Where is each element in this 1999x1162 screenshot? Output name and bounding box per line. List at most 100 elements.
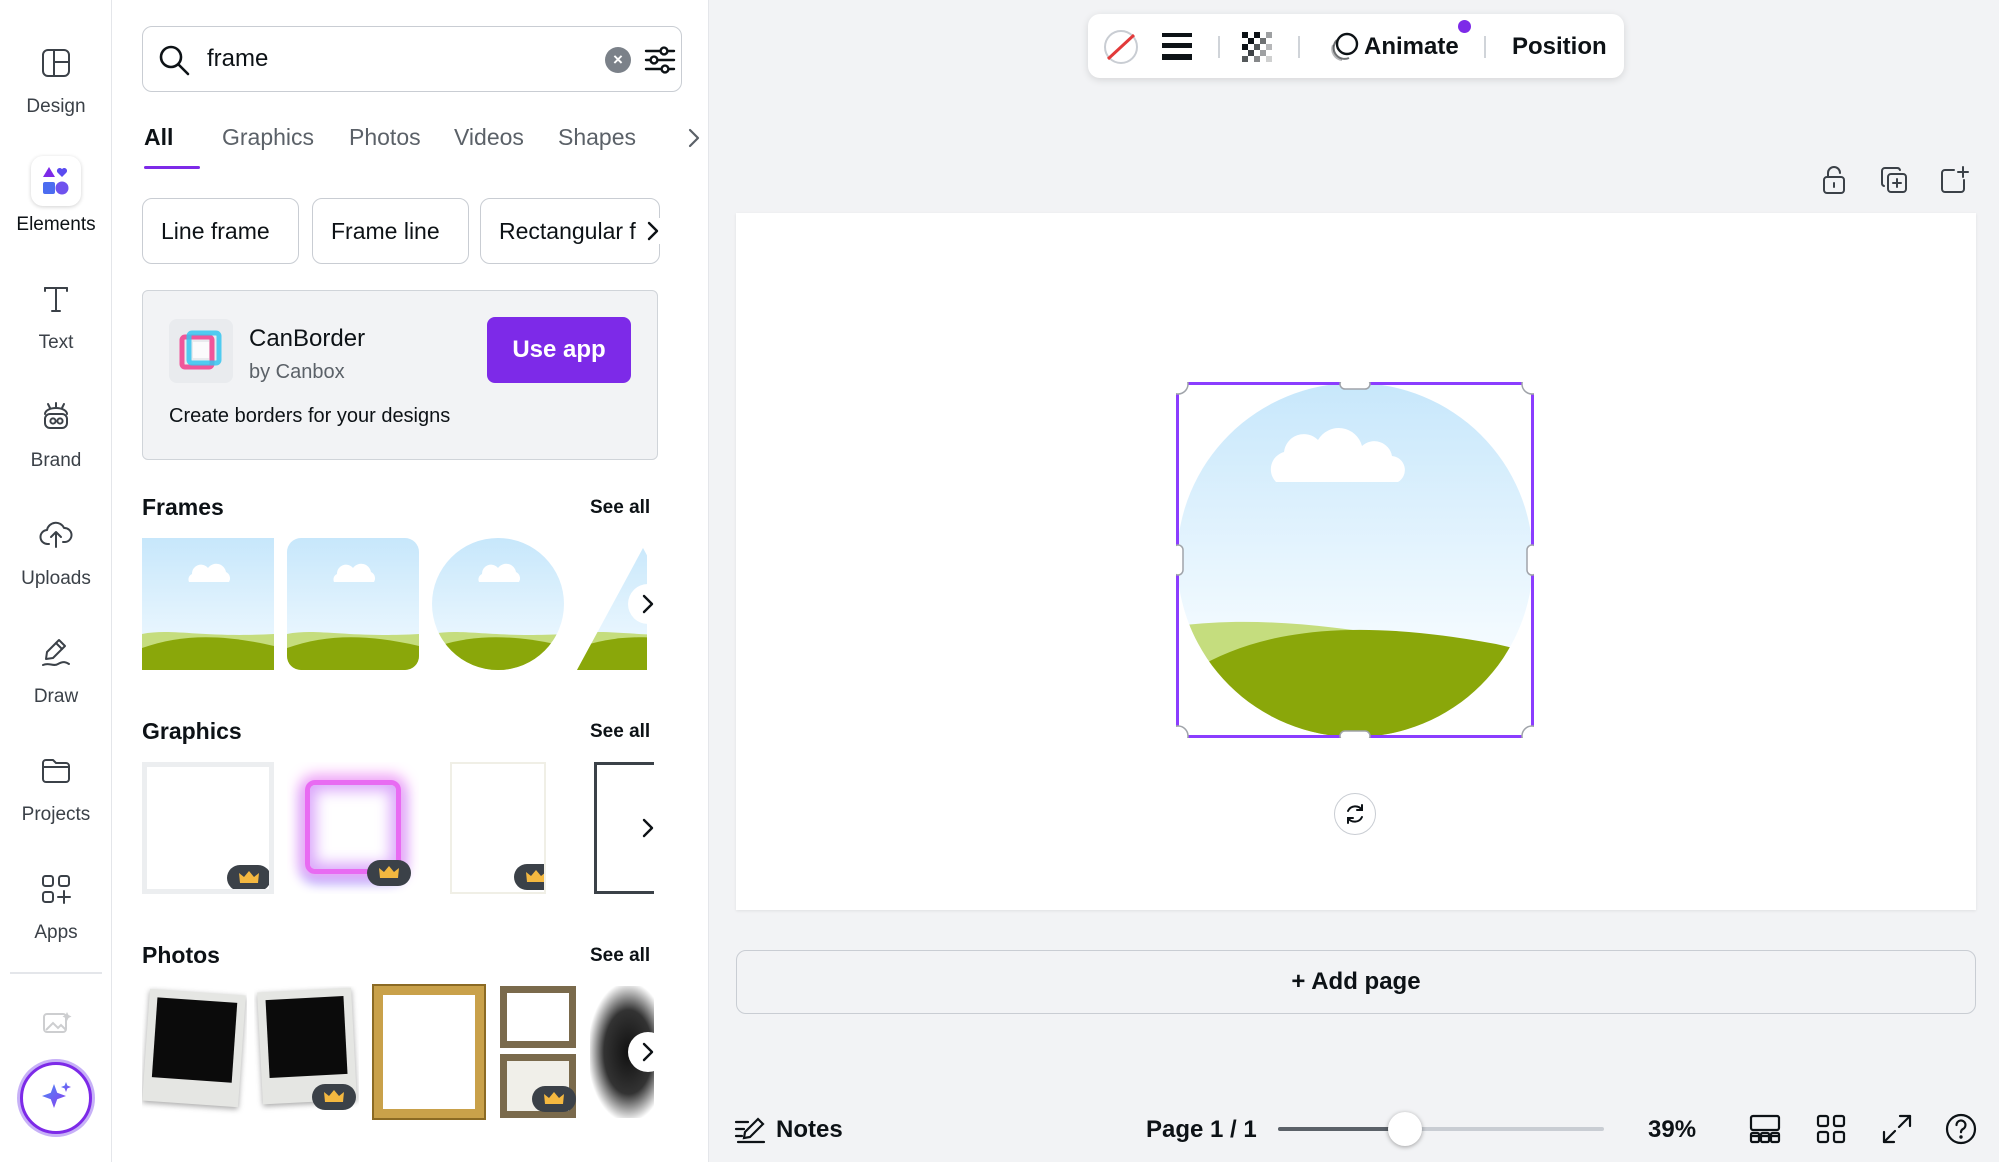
elements-panel: × All Graphics Photos Videos Shapes Line…: [112, 0, 709, 1162]
duplicate-page-button[interactable]: [1878, 164, 1910, 196]
rotate-icon: [1347, 804, 1363, 824]
folder-icon: [31, 746, 81, 796]
photo-thumbnail[interactable]: [254, 986, 359, 1118]
zoom-slider-fill: [1278, 1127, 1406, 1131]
suggestion-chip[interactable]: Frame line: [312, 198, 469, 264]
section-title-graphics: Graphics: [142, 718, 242, 744]
apps-icon: [31, 864, 81, 914]
rail-item-design[interactable]: Design: [0, 24, 112, 134]
help-button[interactable]: [1944, 1112, 1978, 1146]
selected-circle-frame[interactable]: [1176, 382, 1534, 738]
element-toolbar: Animate Position: [1088, 14, 1624, 78]
chevron-right-icon: [642, 818, 654, 838]
zoom-slider[interactable]: [1278, 1112, 1604, 1146]
rail-item-uploads[interactable]: Uploads: [0, 496, 112, 606]
rail-label: Elements: [16, 214, 96, 235]
lock-page-button[interactable]: [1818, 164, 1850, 196]
uploads-icon: [31, 510, 81, 560]
rail-item-apps[interactable]: Apps: [0, 850, 112, 960]
toolbar-separator: [1218, 36, 1220, 58]
rail-item-draw[interactable]: Draw: [0, 614, 112, 724]
zoom-slider-knob[interactable]: [1388, 1112, 1423, 1146]
use-app-button[interactable]: Use app: [487, 317, 631, 383]
lock-icon: [1823, 166, 1845, 194]
graphic-thumbnail[interactable]: [287, 762, 419, 894]
search-icon: [159, 45, 190, 76]
notes-icon: [734, 1117, 766, 1144]
suggestion-chip[interactable]: Line frame: [142, 198, 299, 264]
tab-shapes[interactable]: Shapes: [558, 124, 636, 151]
premium-crown-icon: [312, 1084, 356, 1110]
position-button[interactable]: Position: [1512, 33, 1607, 61]
active-tab-indicator: [144, 166, 200, 169]
tab-all[interactable]: All: [144, 124, 173, 151]
thumbnail-view-button[interactable]: [1748, 1112, 1782, 1146]
chevron-right-icon: [642, 594, 654, 614]
expand-icon: [1882, 1114, 1912, 1144]
premium-crown-icon: [532, 1086, 576, 1112]
rail-item-projects[interactable]: Projects: [0, 732, 112, 842]
add-page-icon-button[interactable]: [1938, 164, 1970, 196]
filter-icon[interactable]: [643, 43, 677, 77]
search-box[interactable]: ×: [142, 26, 682, 92]
text-icon: [31, 274, 81, 324]
no-color-icon[interactable]: [1102, 28, 1140, 66]
canborder-logo-icon: [169, 319, 233, 383]
animate-label[interactable]: Animate: [1364, 33, 1459, 61]
graphics-next-button[interactable]: [628, 808, 668, 848]
grid-view-button[interactable]: [1814, 1112, 1848, 1146]
add-page-button[interactable]: + Add page: [736, 950, 1976, 1014]
rail-label: Projects: [21, 804, 91, 825]
rotate-handle[interactable]: [1334, 793, 1376, 835]
tab-videos[interactable]: Videos: [454, 124, 524, 151]
graphic-thumbnail[interactable]: [450, 762, 546, 894]
transparency-icon[interactable]: [1240, 30, 1274, 64]
photo-thumbnail[interactable]: [142, 986, 247, 1118]
rail-label: Apps: [34, 922, 78, 943]
photo-thumbnail[interactable]: [500, 986, 576, 1118]
rail-item-brand[interactable]: Brand: [0, 378, 112, 488]
toolbar-separator: [1484, 36, 1486, 58]
tab-graphics[interactable]: Graphics: [222, 124, 314, 151]
border-style-icon[interactable]: [1160, 30, 1194, 62]
suggestion-chip[interactable]: Rectangular f: [480, 198, 660, 264]
magic-assistant-button[interactable]: [20, 1062, 92, 1134]
new-feature-dot: [1458, 20, 1471, 33]
frame-thumbnail[interactable]: [142, 538, 274, 670]
thumbnail-view-icon: [1749, 1114, 1781, 1144]
graphic-thumbnail[interactable]: [142, 762, 274, 894]
see-all-photos-link[interactable]: See all: [590, 945, 650, 967]
frame-thumbnail[interactable]: [287, 538, 419, 670]
draw-icon: [31, 628, 81, 678]
chevron-right-icon: [642, 1042, 654, 1062]
frames-next-button[interactable]: [628, 584, 668, 624]
notes-button[interactable]: Notes: [734, 1112, 843, 1148]
tab-photos[interactable]: Photos: [349, 124, 421, 151]
left-rail: Design Elements Text Brand Uploads Draw …: [0, 0, 112, 1162]
fullscreen-button[interactable]: [1880, 1112, 1914, 1146]
search-tabs: All Graphics Photos Videos Shapes: [142, 118, 702, 172]
help-icon: [1945, 1113, 1977, 1145]
design-icon: [31, 38, 81, 88]
section-title-frames: Frames: [142, 494, 224, 520]
rail-divider: [10, 972, 102, 974]
see-all-graphics-link[interactable]: See all: [590, 721, 650, 743]
see-all-frames-link[interactable]: See all: [590, 497, 650, 519]
search-input[interactable]: [207, 39, 567, 79]
frame-thumbnail[interactable]: [432, 538, 564, 670]
premium-crown-icon: [514, 864, 544, 890]
zoom-percentage[interactable]: 39%: [1648, 1116, 1696, 1144]
chevron-right-icon[interactable]: [640, 218, 666, 244]
chevron-right-icon[interactable]: [682, 126, 706, 150]
premium-crown-icon: [227, 865, 269, 889]
clear-search-icon[interactable]: ×: [605, 47, 631, 73]
rail-label: Draw: [33, 686, 79, 707]
photos-next-button[interactable]: [628, 1032, 668, 1072]
photo-thumbnail[interactable]: [372, 984, 486, 1120]
rail-item-text[interactable]: Text: [0, 260, 112, 370]
rail-label: Brand: [30, 450, 82, 471]
section-title-photos: Photos: [142, 942, 220, 968]
rail-item-elements[interactable]: Elements: [0, 142, 112, 252]
elements-icon: [31, 156, 81, 206]
page-indicator[interactable]: Page 1 / 1: [1146, 1116, 1257, 1144]
